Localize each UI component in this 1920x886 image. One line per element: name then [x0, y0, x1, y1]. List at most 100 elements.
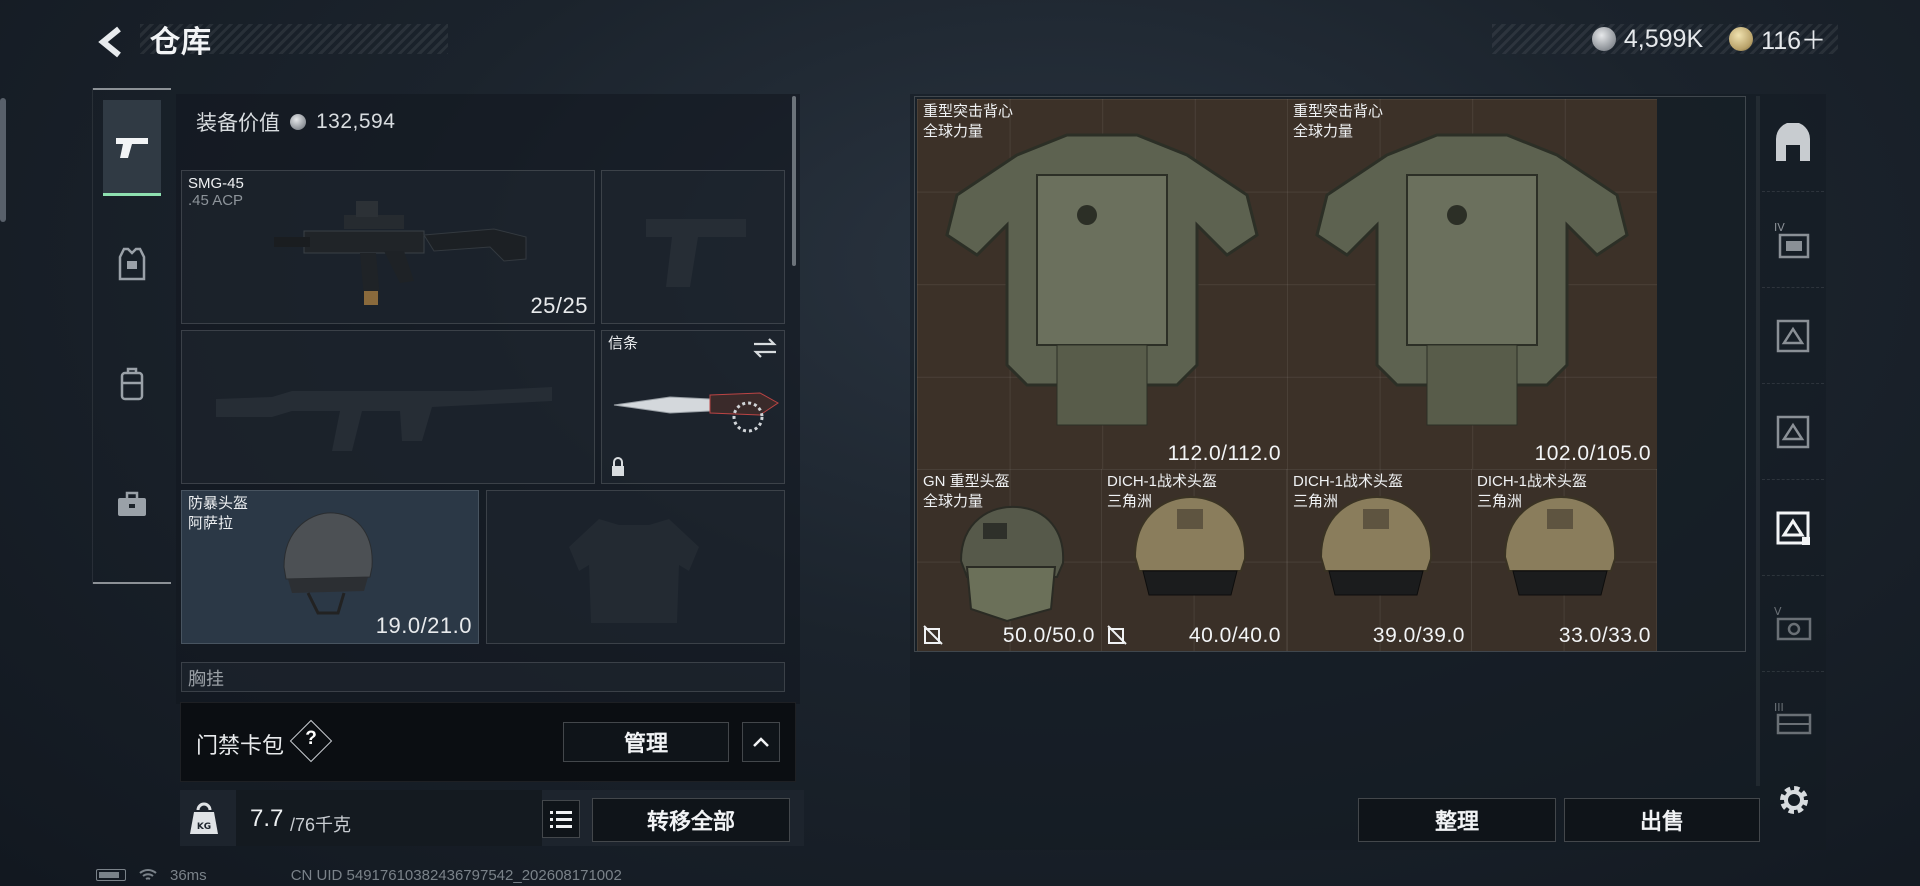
svg-text:KG: KG: [197, 822, 211, 832]
pistol-placeholder-icon: [646, 219, 746, 287]
storage-item[interactable]: DICH-1战术头盔 三角洲 40.0/40.0: [1101, 469, 1287, 651]
storage-tab-box-selected[interactable]: [1762, 480, 1824, 576]
item-durability: 39.0/39.0: [1372, 624, 1465, 647]
gear-icon: [1780, 786, 1808, 814]
storage-tab-v[interactable]: V: [1762, 576, 1824, 672]
side-handle[interactable]: [0, 98, 6, 222]
back-arrow-icon: [98, 26, 121, 58]
weight-current: 7.7: [250, 805, 284, 832]
page-title: 仓库: [150, 26, 212, 59]
armor-placeholder-icon: [569, 519, 699, 623]
gold-coin-icon: [1729, 27, 1754, 51]
item-durability: 112.0/112.0: [1167, 442, 1281, 465]
weapon-name: SMG-45: [188, 175, 244, 192]
manage-label: 管理: [623, 731, 668, 756]
settings-button[interactable]: [1774, 780, 1814, 820]
storage-tab-all[interactable]: [1762, 96, 1824, 192]
helmet-name: 防暴头盔: [188, 495, 249, 512]
item-durability: 50.0/50.0: [1002, 624, 1095, 647]
melee-name: 信条: [608, 335, 639, 352]
rail-item-armor[interactable]: [103, 216, 161, 312]
equipment-value-row: 装备价值 132,594: [196, 104, 395, 140]
primary-weapon-slot[interactable]: SMG-45 .45 ACP 25/25: [181, 170, 595, 324]
item-durability: 33.0/33.0: [1558, 624, 1651, 647]
helmet-faction: 阿萨拉: [188, 515, 234, 532]
vest-icon: [945, 133, 1259, 426]
item-faction: 三角洲: [1293, 493, 1339, 510]
pistol-icon: [116, 137, 148, 158]
weight-max: /76千克: [290, 815, 352, 835]
item-durability: 40.0/40.0: [1188, 624, 1281, 647]
storage-item[interactable]: GN 重型头盔 全球力量 50.0/50.0: [917, 469, 1101, 651]
item-faction: 三角洲: [1477, 493, 1523, 510]
svg-text:III: III: [1774, 701, 1784, 714]
storage-tabs: IV V III: [1762, 96, 1824, 786]
ping-text: 36ms: [170, 866, 207, 884]
card-pack-label: 门禁卡包: [196, 733, 285, 758]
category-rail: [92, 88, 171, 584]
backpack-icon: [120, 367, 144, 401]
silver-coin-icon: [290, 114, 306, 130]
chest-rig-section[interactable]: 胸挂: [181, 662, 785, 692]
currency-display: 4,599K 116＋: [1492, 21, 1838, 57]
collapse-button[interactable]: [742, 722, 780, 762]
back-button[interactable]: [92, 20, 132, 64]
knife-icon: [613, 392, 779, 433]
pistol-slot[interactable]: [601, 170, 785, 324]
storage-item[interactable]: 重型突击背心 全球力量 112.0/112.0: [917, 99, 1287, 469]
equipment-value: 132,594: [316, 110, 396, 133]
transfer-all-button[interactable]: 转移全部: [592, 798, 790, 842]
uid-text: CN UID 5491761038243679754​2_20260817100…: [290, 866, 622, 884]
item-faction: 三角洲: [1107, 493, 1153, 510]
storage-grid: 重型突击背心 全球力量 112.0/112.0 重型突击背心 全球力量 102.…: [914, 96, 1746, 652]
storage-tab-iii[interactable]: III: [1762, 672, 1824, 768]
rail-item-weapons[interactable]: [103, 100, 161, 196]
svg-text:IV: IV: [1774, 221, 1785, 234]
status-bar: 36ms CN UID 5491761038243679754​2_202608…: [96, 866, 622, 884]
storage-item[interactable]: 重型突击背心 全球力量 102.0/105.0: [1287, 99, 1657, 469]
manage-button[interactable]: 管理: [563, 722, 729, 762]
riot-helmet-icon: [283, 512, 373, 615]
heavy-helmet-icon: [959, 505, 1065, 623]
storage-item[interactable]: DICH-1战术头盔 三角洲 33.0/33.0: [1471, 469, 1657, 651]
list-icon: [550, 811, 572, 828]
sort-label: 整理: [1434, 809, 1479, 834]
all-items-icon: [1776, 122, 1810, 161]
item-faction: 全球力量: [1293, 123, 1354, 140]
sell-label: 出售: [1639, 809, 1684, 834]
item-name: DICH-1战术头盔: [1477, 473, 1588, 490]
no-insure-icon: [1107, 625, 1127, 645]
swap-icon[interactable]: [752, 337, 778, 359]
storage-tab-iv[interactable]: IV: [1762, 192, 1824, 288]
equipment-value-label: 装备价值: [196, 112, 280, 135]
storage-box-icon: [1776, 319, 1810, 352]
sell-button[interactable]: 出售: [1564, 798, 1760, 842]
item-faction: 全球力量: [923, 493, 984, 510]
storage-scroll-track[interactable]: [1756, 96, 1760, 786]
storage-item[interactable]: DICH-1战术头盔 三角洲 39.0/39.0: [1287, 469, 1471, 651]
gold-amount[interactable]: 116＋: [1761, 21, 1826, 57]
secondary-weapon-slot[interactable]: [181, 330, 595, 484]
melee-slot[interactable]: 信条: [601, 330, 785, 484]
item-faction: 全球力量: [923, 123, 984, 140]
item-name: GN 重型头盔: [923, 473, 1010, 490]
sort-button[interactable]: 整理: [1358, 798, 1556, 842]
weapon-ammo-count: 25/25: [530, 293, 588, 318]
chest-rig-label: 胸挂: [188, 669, 224, 689]
silver-coin-icon: [1591, 27, 1616, 51]
storage-tab-box-1[interactable]: [1762, 288, 1824, 384]
tier-iii-storage-icon: III: [1774, 701, 1812, 735]
item-name: DICH-1战术头盔: [1293, 473, 1404, 490]
body-armor-slot[interactable]: [486, 490, 785, 644]
storage-tab-box-2[interactable]: [1762, 384, 1824, 480]
helmet-slot[interactable]: 防暴头盔 阿萨拉 19.0/21.0: [181, 490, 479, 644]
equipment-scrollbar[interactable]: [792, 96, 796, 266]
list-view-button[interactable]: [542, 800, 580, 838]
smg-icon: [274, 201, 527, 305]
rail-item-case[interactable]: [103, 456, 161, 552]
item-name: 重型突击背心: [1293, 103, 1384, 120]
item-durability: 102.0/105.0: [1534, 442, 1651, 465]
rail-item-backpack[interactable]: [103, 336, 161, 432]
silver-amount: 4,599K: [1623, 24, 1704, 53]
help-icon[interactable]: ?: [296, 728, 326, 756]
